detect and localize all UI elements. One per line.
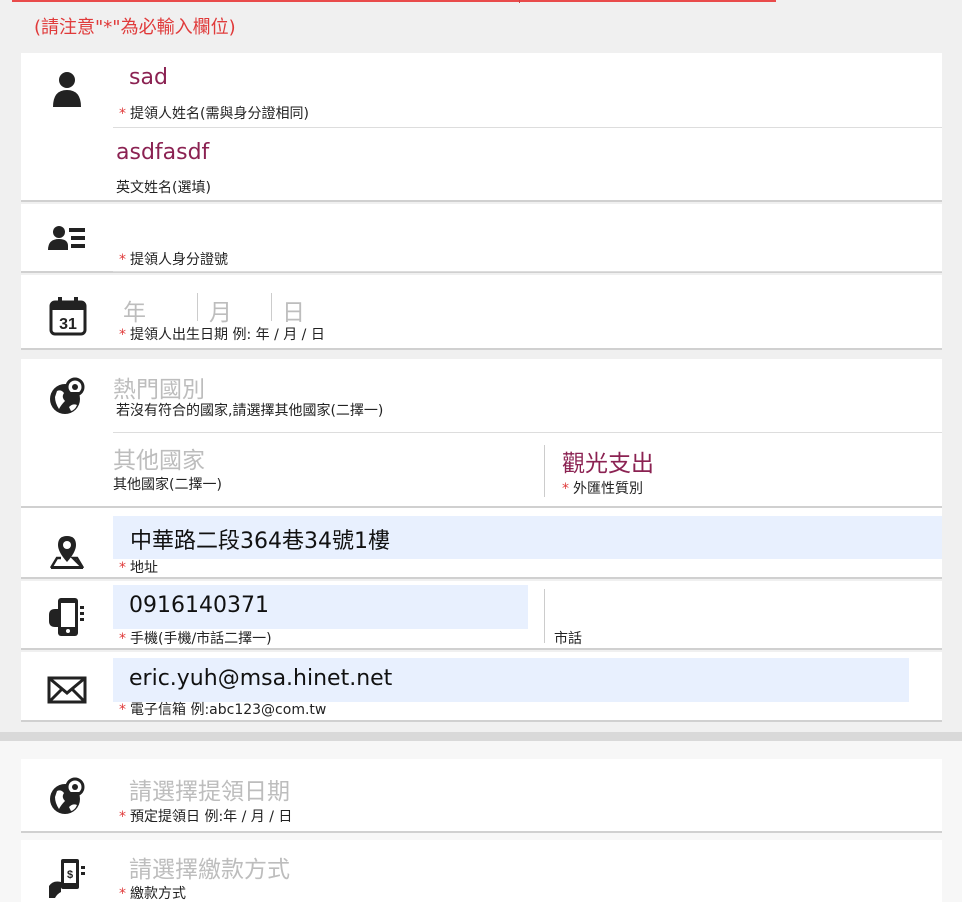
english-name-value[interactable]: asdfasdf [116, 140, 209, 165]
name-value[interactable]: sad [129, 65, 168, 90]
birth-date-card: 31 年 月 日 * 提領人出生日期 例: 年 / 月 / 日 [21, 275, 942, 350]
calendar-icon: 31 [49, 297, 87, 336]
payment-phone-icon: $ [49, 859, 85, 898]
exchange-type-label: * 外匯性質別 [562, 481, 643, 497]
separator [113, 271, 942, 272]
payment-label: * 繳款方式 [119, 886, 186, 902]
birth-date-label: * 提領人出生日期 例: 年 / 月 / 日 [119, 327, 325, 343]
popular-country-select[interactable]: 熱門國別 [113, 370, 205, 404]
phone-card: 0916140371 * 手機(手機/市話二擇一) 市話 [21, 581, 942, 650]
separator [113, 127, 942, 128]
separator [113, 432, 942, 433]
landline-label: 市話 [554, 631, 582, 647]
globe-pin-icon [50, 377, 85, 414]
pickup-date-label: * 預定提領日 例:年 / 月 / 日 [119, 809, 293, 825]
person-icon [53, 72, 81, 107]
column-divider [544, 589, 545, 643]
id-card-icon [48, 226, 85, 250]
section-divider [0, 732, 962, 741]
name-label: * 提領人姓名(需與身分證相同) [119, 106, 309, 122]
email-card: eric.yuh@msa.hinet.net * 電子信箱 例:abc123@co… [21, 652, 942, 722]
email-label: * 電子信箱 例:abc123@com.tw [119, 702, 327, 718]
name-card: sad * 提領人姓名(需與身分證相同) asdfasdf 英文姓名(選填) [21, 53, 942, 202]
mobile-label: * 手機(手機/市話二擇一) [119, 631, 272, 647]
date-divider [271, 293, 272, 321]
exchange-type-select[interactable]: 觀光支出 [562, 444, 654, 478]
svg-text:31: 31 [59, 316, 77, 333]
other-country-label: 其他國家(二擇一) [113, 477, 222, 493]
globe-pin-icon [50, 777, 85, 814]
envelope-icon [47, 676, 87, 704]
id-card: * 提領人身分證號 [21, 204, 942, 273]
id-number-label: * 提領人身分證號 [119, 252, 228, 268]
birth-day-input[interactable]: 日 [282, 293, 305, 327]
map-pin-icon [49, 536, 85, 569]
popular-country-label: 若沒有符合的國家,請選擇其他國家(二擇一) [116, 403, 384, 419]
english-name-label: 英文姓名(選填) [116, 180, 211, 196]
required-notice: (請注意"*"為必輸入欄位) [34, 17, 236, 38]
address-label: * 地址 [119, 560, 158, 576]
pickup-date-select[interactable]: 請選擇提領日期 [129, 772, 290, 806]
email-value[interactable]: eric.yuh@msa.hinet.net [129, 666, 392, 691]
country-card: 熱門國別 若沒有符合的國家,請選擇其他國家(二擇一) 其他國家 其他國家(二擇一… [21, 359, 942, 508]
mobile-phone-icon [49, 598, 84, 636]
address-value[interactable]: 中華路二段364巷34號1樓 [130, 523, 390, 555]
column-divider [544, 445, 545, 497]
payment-method-select[interactable]: 請選擇繳款方式 [129, 850, 290, 884]
date-divider [197, 293, 198, 321]
other-country-select[interactable]: 其他國家 [113, 441, 205, 475]
birth-month-input[interactable]: 月 [209, 293, 232, 327]
svg-text:$: $ [67, 869, 73, 881]
top-divider-tick [519, 0, 520, 3]
payment-card: $ 請選擇繳款方式 * 繳款方式 [21, 840, 942, 902]
pickup-date-card: 請選擇提領日期 * 預定提領日 例:年 / 月 / 日 [21, 759, 942, 833]
address-card: 中華路二段364巷34號1樓 * 地址 [21, 508, 942, 579]
top-divider [12, 0, 776, 2]
mobile-value[interactable]: 0916140371 [129, 593, 269, 618]
birth-year-input[interactable]: 年 [123, 293, 146, 327]
